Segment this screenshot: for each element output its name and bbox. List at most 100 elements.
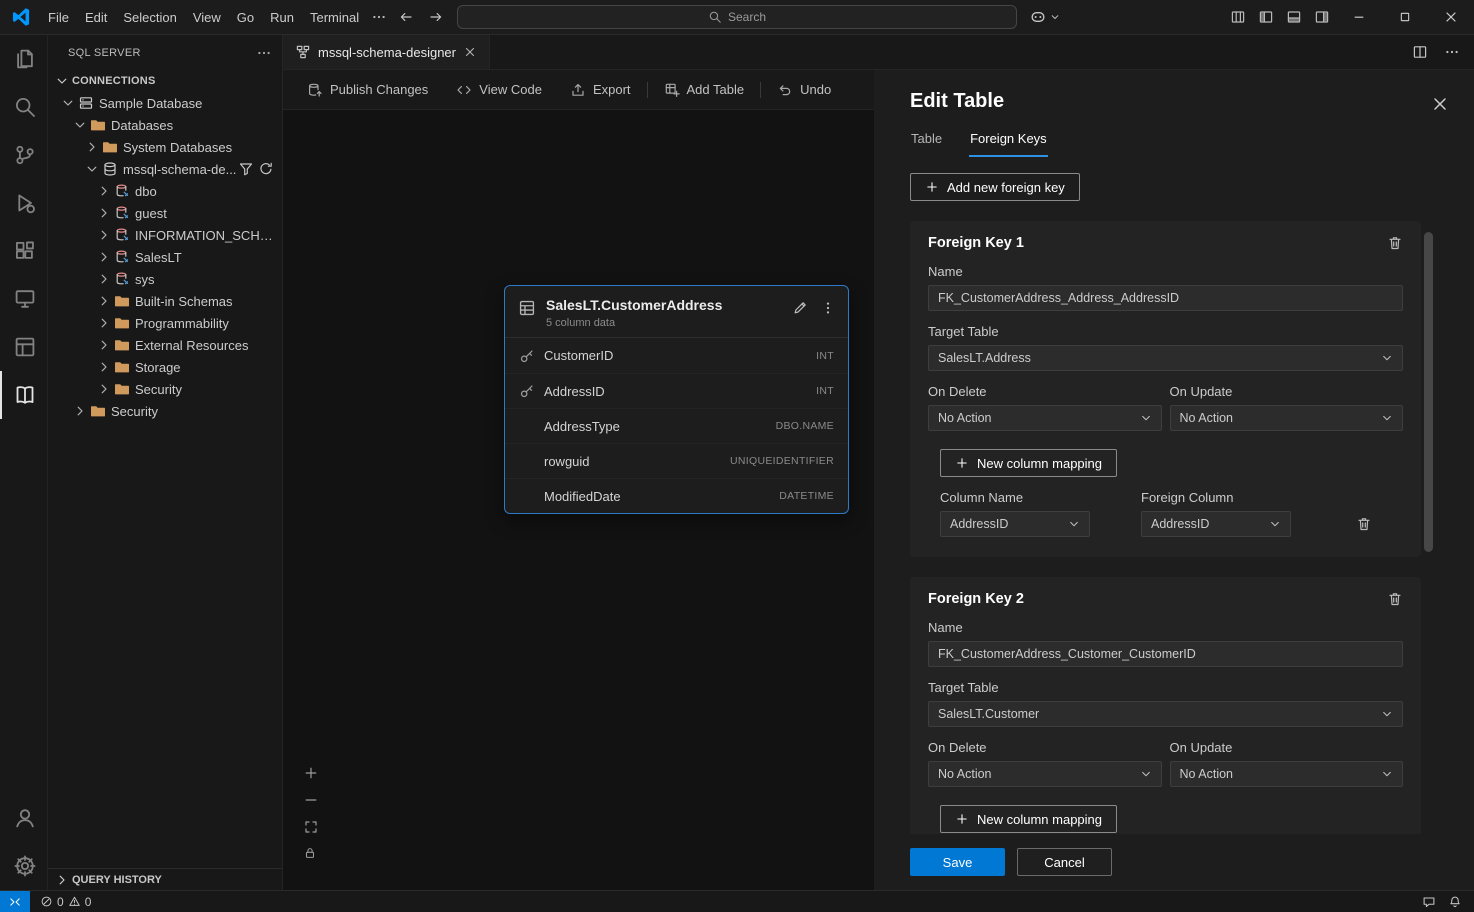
tree-item[interactable]: Programmability <box>48 312 282 334</box>
chevron-right-icon[interactable] <box>72 403 88 419</box>
minimize-icon[interactable] <box>1352 10 1366 24</box>
chevron-right-icon[interactable] <box>96 359 112 375</box>
back-icon[interactable] <box>398 9 414 25</box>
activity-item-search-icon[interactable] <box>0 83 47 131</box>
close-panel-icon[interactable] <box>1430 94 1450 114</box>
maximize-icon[interactable] <box>1398 10 1412 24</box>
lock-icon[interactable] <box>303 846 317 860</box>
activity-item-run-debug-icon[interactable] <box>0 179 47 227</box>
toolbar-undo-button[interactable]: Undo <box>763 70 845 110</box>
tree-item[interactable]: dbo <box>48 180 282 202</box>
new-column-mapping-button[interactable]: New column mapping <box>940 449 1117 477</box>
toggle-sidebar-icon[interactable] <box>1258 9 1274 25</box>
chevron-right-icon[interactable] <box>96 381 112 397</box>
activity-item-source-control-icon[interactable] <box>0 131 47 179</box>
layout-icon[interactable] <box>1230 9 1246 25</box>
table-menu-icon[interactable] <box>820 300 836 316</box>
remote-indicator[interactable] <box>0 891 30 912</box>
menu-terminal[interactable]: Terminal <box>302 6 367 29</box>
account-button[interactable] <box>0 794 47 842</box>
split-editor-icon[interactable] <box>1412 44 1428 60</box>
fk2-name-input[interactable] <box>928 641 1403 667</box>
chevron-down-icon[interactable] <box>84 161 100 177</box>
new-column-mapping-button[interactable]: New column mapping <box>940 805 1117 833</box>
chevron-right-icon[interactable] <box>96 183 112 199</box>
chevron-right-icon[interactable] <box>96 337 112 353</box>
connections-section-header[interactable]: CONNECTIONS <box>48 70 282 92</box>
chevron-right-icon[interactable] <box>96 227 112 243</box>
chevron-right-icon[interactable] <box>84 139 100 155</box>
settings-button[interactable] <box>0 842 47 890</box>
delete-fk1-icon[interactable] <box>1387 235 1403 251</box>
fk1-target-table-select[interactable]: SalesLT.Address <box>928 345 1403 371</box>
activity-item-remote-explorer-icon[interactable] <box>0 275 47 323</box>
tree-item[interactable]: sys <box>48 268 282 290</box>
copilot-menu[interactable] <box>1029 8 1061 26</box>
tree-item[interactable]: Security <box>48 400 282 422</box>
column-row[interactable]: CustomerID INT <box>505 338 848 373</box>
chevron-down-icon[interactable] <box>72 117 88 133</box>
refresh-icon[interactable] <box>258 161 274 177</box>
menu-run[interactable]: Run <box>262 6 302 29</box>
tree-item[interactable]: Storage <box>48 356 282 378</box>
tree-item[interactable]: Databases <box>48 114 282 136</box>
menu-edit[interactable]: Edit <box>77 6 115 29</box>
zoom-out-icon[interactable] <box>303 792 319 808</box>
fk2-on-delete-select[interactable]: No Action <box>928 761 1162 787</box>
chevron-right-icon[interactable] <box>96 205 112 221</box>
menu-go[interactable]: Go <box>229 6 262 29</box>
fk1-on-delete-select[interactable]: No Action <box>928 405 1162 431</box>
tree-item[interactable]: Security <box>48 378 282 400</box>
table-node-customeraddress[interactable]: SalesLT.CustomerAddress 5 column data Cu… <box>504 285 849 514</box>
chevron-right-icon[interactable] <box>96 293 112 309</box>
menu-overflow-icon[interactable] <box>371 9 387 25</box>
problems-status[interactable]: 0 0 <box>30 891 101 912</box>
delete-fk2-icon[interactable] <box>1387 591 1403 607</box>
activity-item-files-icon[interactable] <box>0 35 47 83</box>
tree-item[interactable]: Built-in Schemas <box>48 290 282 312</box>
panel-scrollbar[interactable] <box>1424 232 1433 824</box>
tree-item[interactable]: guest <box>48 202 282 224</box>
notifications-bell-icon[interactable] <box>1448 895 1462 909</box>
tab-foreign-keys[interactable]: Foreign Keys <box>969 127 1048 157</box>
editor-more-icon[interactable] <box>1444 44 1460 60</box>
tree-item[interactable]: Sample Database <box>48 92 282 114</box>
tree-item[interactable]: mssql-schema-de... <box>48 158 282 180</box>
fk1-name-input[interactable] <box>928 285 1403 311</box>
tab-mssql-schema-designer[interactable]: mssql-schema-designer <box>283 35 490 69</box>
save-button[interactable]: Save <box>910 848 1005 876</box>
command-center-search[interactable]: Search <box>457 5 1017 29</box>
feedback-icon[interactable] <box>1422 895 1436 909</box>
tree-item[interactable]: External Resources <box>48 334 282 356</box>
chevron-right-icon[interactable] <box>96 271 112 287</box>
sidebar-more-icon[interactable] <box>256 45 272 61</box>
fk1-foreign-column-select[interactable]: AddressID <box>1141 511 1291 537</box>
zoom-in-icon[interactable] <box>303 765 319 781</box>
tree-item[interactable]: SalesLT <box>48 246 282 268</box>
column-row[interactable]: rowguid UNIQUEIDENTIFIER <box>505 443 848 478</box>
add-foreign-key-button[interactable]: Add new foreign key <box>910 173 1080 201</box>
close-tab-icon[interactable] <box>463 45 477 59</box>
column-row[interactable]: ModifiedDate DATETIME <box>505 478 848 513</box>
cancel-button[interactable]: Cancel <box>1017 848 1112 876</box>
toolbar-add-table-button[interactable]: Add Table <box>650 70 759 110</box>
fk2-on-update-select[interactable]: No Action <box>1170 761 1404 787</box>
edit-table-pencil-icon[interactable] <box>792 300 808 316</box>
activity-item-table-designer-icon[interactable] <box>0 323 47 371</box>
chevron-right-icon[interactable] <box>96 315 112 331</box>
fk1-column-name-select[interactable]: AddressID <box>940 511 1090 537</box>
toolbar-view-code-button[interactable]: View Code <box>442 70 556 110</box>
fit-view-icon[interactable] <box>303 819 319 835</box>
close-window-icon[interactable] <box>1443 9 1459 25</box>
query-history-section-header[interactable]: QUERY HISTORY <box>48 868 282 890</box>
scrollbar-thumb[interactable] <box>1424 232 1433 552</box>
fk1-on-update-select[interactable]: No Action <box>1170 405 1404 431</box>
delete-mapping-icon[interactable] <box>1356 516 1372 532</box>
column-row[interactable]: AddressID INT <box>505 373 848 408</box>
tree-item[interactable]: INFORMATION_SCHEMA <box>48 224 282 246</box>
chevron-right-icon[interactable] <box>96 249 112 265</box>
menu-selection[interactable]: Selection <box>115 6 184 29</box>
schema-canvas[interactable]: SalesLT.CustomerAddress 5 column data Cu… <box>283 110 874 890</box>
tree-item[interactable]: System Databases <box>48 136 282 158</box>
toolbar-export-button[interactable]: Export <box>556 70 645 110</box>
